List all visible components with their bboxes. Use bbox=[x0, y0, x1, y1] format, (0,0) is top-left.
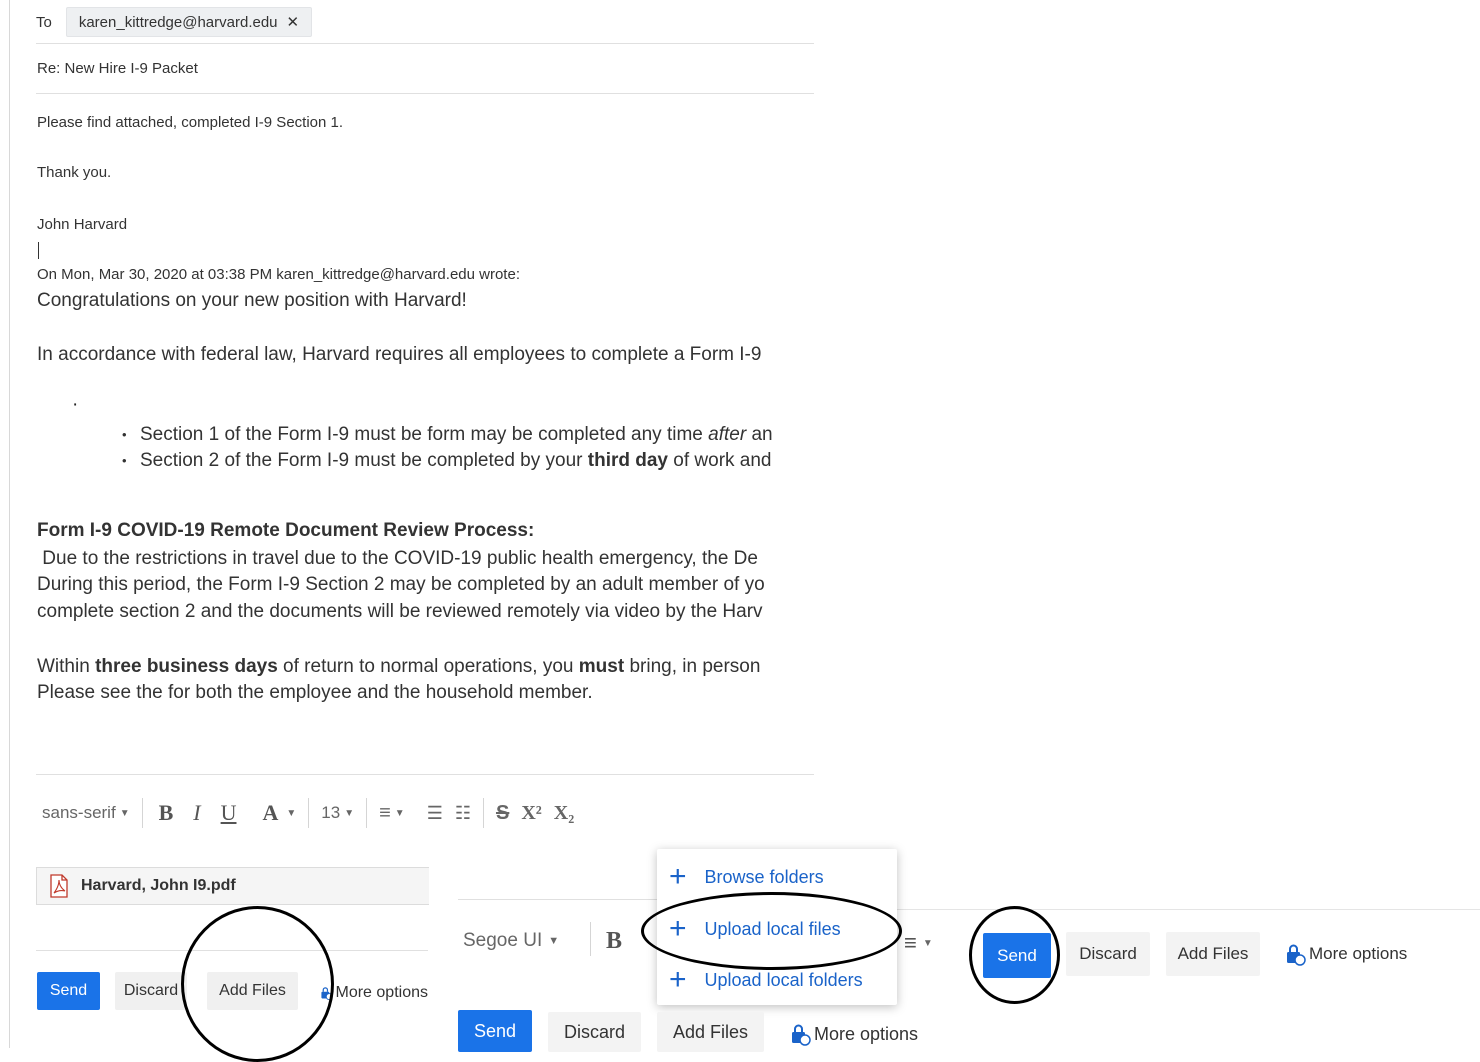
inset-divider bbox=[458, 899, 658, 900]
lock-icon bbox=[792, 1024, 811, 1046]
inset-send-button[interactable]: Send bbox=[458, 1010, 532, 1052]
subscript-button[interactable]: X₂ bbox=[548, 802, 580, 825]
toolbar-divider bbox=[36, 774, 814, 775]
font-size-select[interactable]: 13 ▼ bbox=[315, 803, 360, 823]
reply-line[interactable]: Please find attached, completed I-9 Sect… bbox=[37, 114, 343, 131]
inset-separator bbox=[590, 922, 591, 956]
quote-paragraph: complete section 2 and the documents wil… bbox=[37, 601, 763, 622]
subject-field[interactable]: Re: New Hire I-9 Packet bbox=[37, 60, 198, 77]
annotation-circle-upload-files bbox=[641, 892, 902, 970]
plus-icon: + bbox=[669, 860, 687, 893]
font-color-button[interactable]: A ▼ bbox=[247, 800, 303, 826]
quote-paragraph: Please see the for both the employee and… bbox=[37, 682, 593, 703]
align-button[interactable]: ≡ ▼ bbox=[373, 802, 411, 825]
bulleted-list-icon[interactable]: ☰ bbox=[421, 803, 449, 824]
quote-bullet: • Section 2 of the Form I-9 must be compl… bbox=[122, 450, 772, 471]
attachment-item[interactable]: Harvard, John I9.pdf bbox=[36, 867, 429, 905]
divider bbox=[36, 93, 814, 94]
annotation-circle-send bbox=[969, 906, 1060, 1004]
reply-line[interactable]: Thank you. bbox=[37, 164, 111, 181]
send-button[interactable]: Send bbox=[37, 972, 100, 1010]
recipient-row: To karen_kittredge@harvard.edu ✕ bbox=[36, 6, 313, 38]
inset-discard-button[interactable]: Discard bbox=[548, 1012, 641, 1052]
right-add-files-button[interactable]: Add Files bbox=[1166, 932, 1260, 976]
superscript-button[interactable]: X² bbox=[515, 802, 547, 825]
quote-paragraph: Due to the restrictions in travel due to… bbox=[37, 548, 758, 569]
divider bbox=[36, 43, 814, 44]
numbered-list-icon[interactable]: ☷ bbox=[449, 803, 477, 824]
right-discard-button[interactable]: Discard bbox=[1066, 932, 1150, 976]
quote-paragraph: During this period, the Form I-9 Section… bbox=[37, 574, 765, 595]
recipient-address: karen_kittredge@harvard.edu bbox=[78, 13, 278, 31]
more-options-label: More options bbox=[335, 984, 429, 1001]
to-label: To bbox=[36, 13, 52, 31]
inset-divider bbox=[897, 909, 1480, 910]
toolbar-separator bbox=[141, 798, 143, 828]
formatting-toolbar: sans-serif ▼ B I U A ▼ 13 ▼ ≡ ▼ ☰ ☷ S X² X₂ bbox=[36, 788, 814, 838]
recipient-chip[interactable]: karen_kittredge@harvard.edu ✕ bbox=[65, 7, 313, 37]
toolbar-separator bbox=[482, 798, 484, 828]
browse-folders-item[interactable]: + Browse folders bbox=[669, 862, 824, 892]
strikethrough-button[interactable]: S bbox=[490, 802, 515, 825]
empty-bullet: · bbox=[72, 394, 79, 415]
right-more-options-button[interactable]: More options bbox=[1283, 942, 1407, 966]
annotation-circle-add-files bbox=[181, 906, 334, 1062]
underline-button[interactable]: U bbox=[211, 800, 247, 826]
signature[interactable]: John Harvard bbox=[37, 216, 127, 233]
italic-button[interactable]: I bbox=[183, 800, 210, 826]
quote-bullet: • Section 1 of the Form I-9 must be form … bbox=[122, 424, 773, 445]
inset-align-button[interactable]: ≡ ▼ bbox=[904, 930, 933, 956]
pdf-icon bbox=[50, 874, 68, 898]
font-family-select[interactable]: sans-serif ▼ bbox=[36, 803, 136, 823]
inset-font-select[interactable]: Segoe UI ▼ bbox=[463, 930, 559, 952]
text-cursor bbox=[38, 242, 39, 259]
left-border bbox=[9, 0, 10, 1048]
inset-bold-button[interactable]: B bbox=[596, 928, 632, 955]
quote-heading: Form I-9 COVID-19 Remote Document Review… bbox=[37, 520, 535, 541]
attachment-name: Harvard, John I9.pdf bbox=[81, 877, 236, 894]
toolbar-separator bbox=[366, 798, 368, 828]
quote-header: On Mon, Mar 30, 2020 at 03:38 PM karen_k… bbox=[37, 266, 520, 283]
inset-more-options-button[interactable]: More options bbox=[788, 1022, 918, 1046]
bold-button[interactable]: B bbox=[149, 800, 184, 826]
inset-add-files-button[interactable]: Add Files bbox=[657, 1012, 764, 1052]
plus-icon: + bbox=[669, 963, 687, 996]
quote-greeting: Congratulations on your new position wit… bbox=[37, 290, 467, 311]
discard-button[interactable]: Discard bbox=[115, 972, 187, 1010]
more-options-button[interactable]: More options bbox=[319, 979, 428, 1007]
lock-icon bbox=[1287, 944, 1306, 966]
remove-recipient-icon[interactable]: ✕ bbox=[287, 13, 300, 31]
toolbar-separator bbox=[308, 798, 310, 828]
quote-paragraph: In accordance with federal law, Harvard … bbox=[37, 344, 762, 365]
quote-paragraph: Within three business days of return to … bbox=[37, 656, 761, 677]
